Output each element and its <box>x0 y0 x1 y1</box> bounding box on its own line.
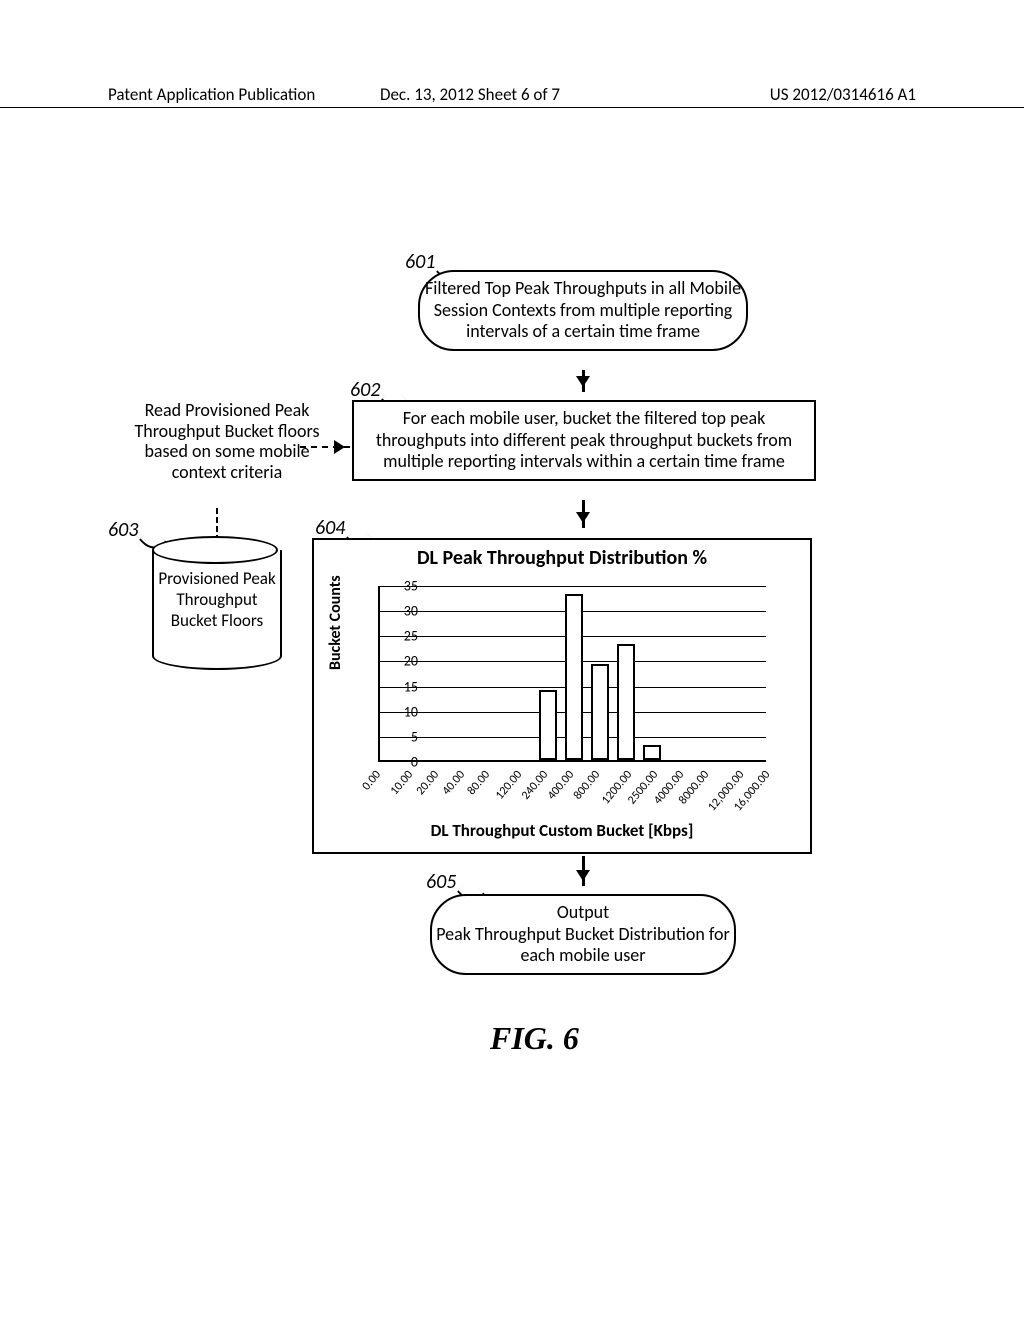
chart-ytick: 10 <box>404 703 418 720</box>
box-605-output: Output Peak Throughput Bucket Distributi… <box>430 894 736 975</box>
figure-caption: FIG. 6 <box>490 1020 579 1057</box>
ref-601: 601 <box>405 250 435 274</box>
header-pub-number: US 2012/0314616 A1 <box>770 84 916 101</box>
side-read-provisioned: Read Provisioned Peak Throughput Bucket … <box>122 400 332 483</box>
box-602-bucket: For each mobile user, bucket the filtere… <box>352 400 816 481</box>
cylinder-top <box>152 536 278 564</box>
chart-ytick: 35 <box>404 578 418 595</box>
cylinder-label: Provisioned Peak Throughput Bucket Floor… <box>158 568 275 631</box>
chart-ytick: 15 <box>404 678 418 695</box>
arrow-601-602 <box>582 370 585 392</box>
page-header: Patent Application Publication Dec. 13, … <box>0 84 1024 108</box>
arrow-602-604 <box>582 500 585 528</box>
chart-yaxis-label: Bucket Counts <box>326 575 345 670</box>
chart-ytick: 0 <box>411 754 418 771</box>
cylinder-603: Provisioned Peak Throughput Bucket Floor… <box>152 550 282 670</box>
chart-xtick: 400.00 <box>545 768 577 803</box>
chart-ytick: 25 <box>404 628 418 645</box>
chart-ytick: 30 <box>404 603 418 620</box>
ref-603: 603 <box>108 518 138 542</box>
chart-ytick: 20 <box>404 653 418 670</box>
box-601-filtered: Filtered Top Peak Throughputs in all Mob… <box>418 270 748 351</box>
chart-xtick: 80.00 <box>465 768 493 798</box>
chart-xtick: 20.00 <box>413 768 441 798</box>
chart-ytick: 5 <box>411 728 418 745</box>
chart-plot-area <box>378 586 766 762</box>
header-publication: Patent Application Publication <box>108 84 315 101</box>
ref-604: 604 <box>315 516 345 540</box>
chart-xtick: 10.00 <box>388 768 416 798</box>
chart-xtick: 0.00 <box>360 768 384 793</box>
chart-xaxis-label: DL Throughput Custom Bucket [Kbps] <box>314 820 810 841</box>
ref-605: 605 <box>426 870 456 894</box>
chart-xtick: 240.00 <box>519 768 551 803</box>
header-date-sheet: Dec. 13, 2012 Sheet 6 of 7 <box>380 84 560 105</box>
chart-bar <box>591 664 609 760</box>
chart-bar <box>565 594 583 760</box>
figure-6-diagram: 601 Filtered Top Peak Throughputs in all… <box>100 250 940 1100</box>
arrow-604-605 <box>582 856 585 886</box>
chart-604: DL Peak Throughput Distribution % Bucket… <box>312 538 812 854</box>
chart-bar <box>617 644 635 760</box>
chart-bar <box>539 690 557 760</box>
dashed-side-to-602 <box>300 446 350 448</box>
chart-bar <box>643 745 661 760</box>
chart-xtick: 120.00 <box>493 768 525 803</box>
ref-602: 602 <box>350 378 380 402</box>
chart-gridline <box>380 586 766 587</box>
chart-xtick: 40.00 <box>439 768 467 798</box>
chart-title: DL Peak Throughput Distribution % <box>314 540 810 576</box>
